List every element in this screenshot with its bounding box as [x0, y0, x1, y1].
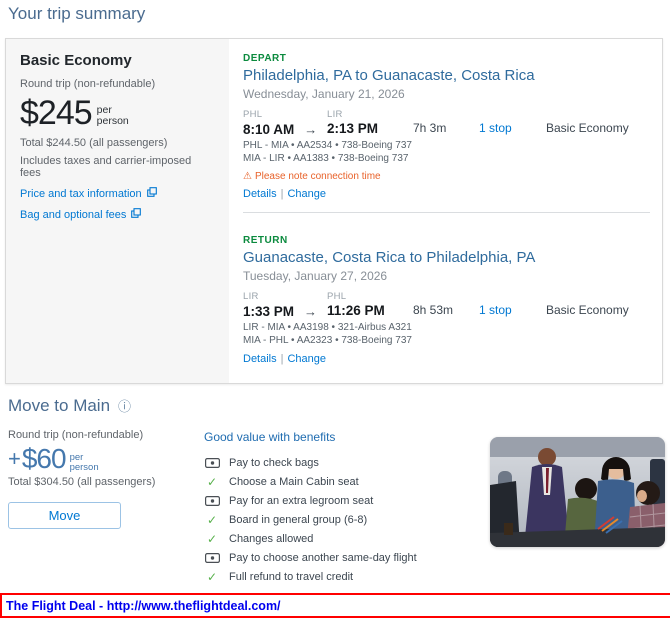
return-slice: RETURN Guanacaste, Costa Rica to Philade…	[243, 235, 650, 365]
check-icon: ✓	[206, 512, 218, 527]
flight-content: DEPART Philadelphia, PA to Guanacaste, C…	[243, 39, 650, 365]
fare-per-person: per person	[96, 104, 129, 127]
change-link[interactable]: Change	[287, 353, 326, 365]
benefits-panel: Good value with benefits Pay to check ba…	[204, 430, 489, 586]
fare-total: Total $244.50 (all passengers)	[20, 137, 168, 149]
upsell-price-panel: Round trip (non-refundable) + $60 per pe…	[8, 429, 193, 529]
return-segments: LIR - MIA • AA3198 • 321-Airbus A321 MIA…	[243, 321, 650, 347]
cabin-label: Basic Economy	[546, 303, 629, 317]
destination-code: PHL	[327, 291, 347, 302]
return-actions: Details | Change	[243, 353, 327, 365]
arrow-right-icon: →	[304, 304, 318, 319]
depart-route: Philadelphia, PA to Guanacaste, Costa Ri…	[243, 67, 535, 84]
upsell-title-row: Move to Main ⓘ	[8, 396, 131, 416]
check-icon: ✓	[206, 531, 218, 546]
depart-slice: DEPART Philadelphia, PA to Guanacaste, C…	[243, 53, 650, 200]
trip-summary-card: Basic Economy Round trip (non-refundable…	[5, 38, 663, 384]
upsell-per-person: per person	[69, 451, 99, 473]
slice-direction-label: RETURN	[243, 235, 288, 246]
details-link[interactable]: Details	[243, 188, 277, 200]
upsell-price-row: + $60 per person	[8, 444, 193, 474]
upsell-trip-type: Round trip (non-refundable)	[8, 429, 144, 441]
price-tax-link[interactable]: Price and tax information	[20, 187, 215, 200]
change-link[interactable]: Change	[287, 188, 326, 200]
slice-direction-label: DEPART	[243, 53, 287, 64]
benefit-row: Pay for an extra legroom seat	[204, 491, 489, 510]
benefit-row: ✓ Full refund to travel credit	[204, 567, 489, 586]
slice-divider	[243, 212, 650, 213]
fare-trip-type: Round trip (non-refundable)	[20, 78, 156, 90]
warning-icon: ⚠	[243, 171, 252, 182]
bag-fees-link[interactable]: Bag and optional fees	[20, 208, 215, 221]
stops-link[interactable]: 1 stop	[479, 303, 512, 317]
depart-segments: PHL - MIA • AA2534 • 738-Boeing 737 MIA …	[243, 139, 650, 165]
connection-warning: ⚠ Please note connection time	[243, 171, 381, 182]
benefit-row: Pay to check bags	[204, 453, 489, 472]
benefit-row: ✓ Changes allowed	[204, 529, 489, 548]
segment-line: MIA - PHL • AA2323 • 738-Boeing 737	[243, 335, 412, 346]
fare-panel: Basic Economy Round trip (non-refundable…	[6, 39, 229, 383]
fare-includes: Includes taxes and carrier-imposed fees	[20, 155, 192, 179]
upsell-price: $60	[21, 443, 67, 474]
details-link[interactable]: Details	[243, 353, 277, 365]
depart-time: 8:10 AM	[243, 122, 295, 137]
page-title: Your trip summary	[8, 4, 146, 23]
duration: 8h 53m	[413, 303, 454, 317]
move-button[interactable]: Move	[8, 502, 121, 529]
external-link-icon	[131, 208, 142, 221]
segment-line: LIR - MIA • AA3198 • 321-Airbus A321	[243, 322, 412, 333]
money-icon	[204, 457, 220, 468]
benefit-row: ✓ Choose a Main Cabin seat	[204, 472, 489, 491]
flight-deal-banner: The Flight Deal - http://www.theflightde…	[0, 593, 670, 618]
check-icon: ✓	[206, 569, 218, 584]
fare-name: Basic Economy	[20, 52, 132, 69]
benefit-row: ✓ Board in general group (6-8)	[204, 510, 489, 529]
depart-time: 1:33 PM	[243, 304, 295, 319]
origin-code: LIR	[243, 291, 259, 302]
segment-line: PHL - MIA • AA2534 • 738-Boeing 737	[243, 140, 412, 151]
upsell-total: Total $304.50 (all passengers)	[8, 476, 156, 488]
info-icon[interactable]: ⓘ	[118, 399, 131, 414]
arrow-right-icon: →	[304, 122, 318, 137]
benefit-row: Pay to choose another same-day flight	[204, 548, 489, 567]
depart-flight-row: PHL LIR 8:10 AM → 2:13 PM 7h 3m 1 stop Ba…	[243, 109, 650, 137]
arrive-time: 2:13 PM	[327, 121, 379, 136]
segment-line: MIA - LIR • AA1383 • 738-Boeing 737	[243, 153, 409, 164]
depart-actions: Details | Change	[243, 188, 327, 200]
cabin-photo-illustration	[490, 437, 665, 547]
fare-price: $245	[20, 94, 93, 132]
return-route: Guanacaste, Costa Rica to Philadelphia, …	[243, 249, 536, 266]
upsell-title: Move to Main	[8, 396, 111, 415]
price-prefix: +	[8, 446, 21, 471]
money-icon	[204, 552, 220, 563]
fare-price-row: $245 per person	[20, 95, 215, 131]
return-flight-row: LIR PHL 1:33 PM → 11:26 PM 8h 53m 1 stop …	[243, 291, 650, 319]
depart-date: Wednesday, January 21, 2026	[243, 87, 405, 101]
benefits-title: Good value with benefits	[204, 430, 336, 444]
cabin-photo	[490, 437, 665, 547]
destination-code: LIR	[327, 109, 343, 120]
stops-link[interactable]: 1 stop	[479, 121, 512, 135]
origin-code: PHL	[243, 109, 263, 120]
external-link-icon	[146, 187, 157, 200]
return-date: Tuesday, January 27, 2026	[243, 269, 388, 283]
money-icon	[204, 495, 220, 506]
check-icon: ✓	[206, 474, 218, 489]
duration: 7h 3m	[413, 121, 447, 135]
arrive-time: 11:26 PM	[327, 303, 385, 318]
flight-deal-link[interactable]: The Flight Deal - http://www.theflightde…	[6, 599, 281, 613]
cabin-label: Basic Economy	[546, 121, 629, 135]
